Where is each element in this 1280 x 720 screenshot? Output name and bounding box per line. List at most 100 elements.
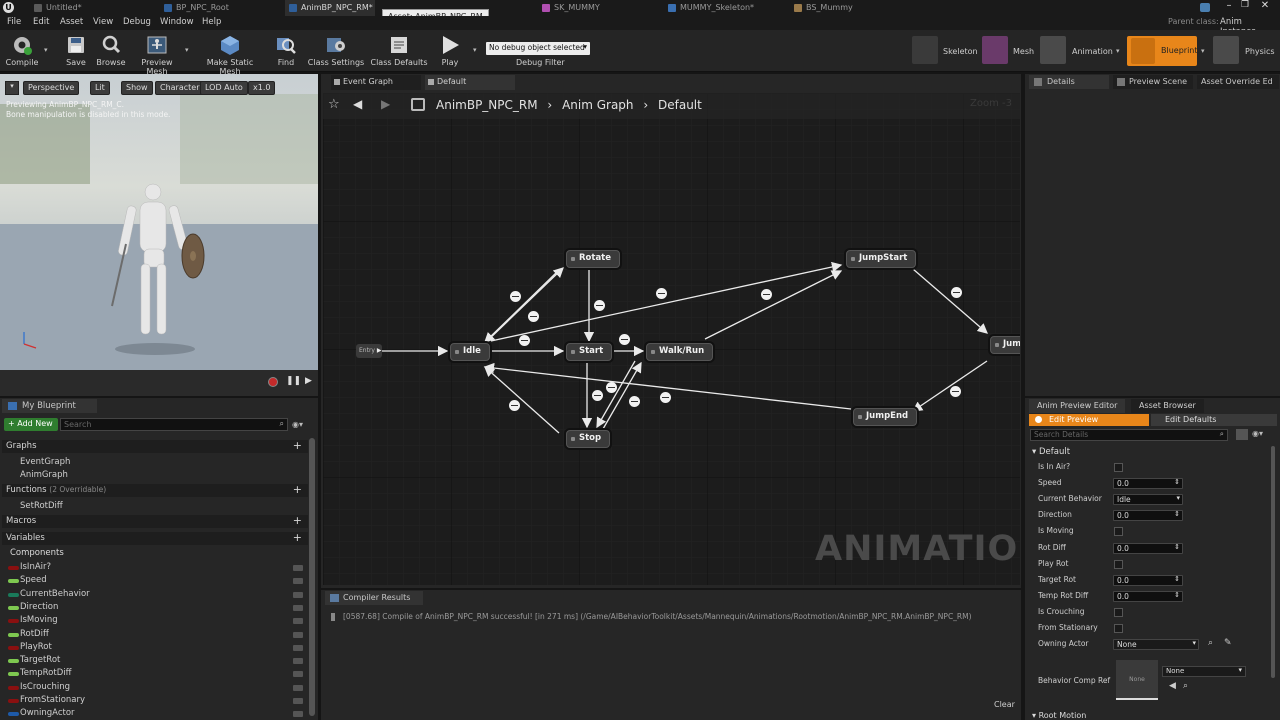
state-node-jumpstart[interactable]: JumpStart bbox=[846, 250, 917, 268]
tab-anim-preview-editor[interactable]: Anim Preview Editor bbox=[1029, 399, 1126, 413]
transition-rule-icon[interactable] bbox=[592, 390, 603, 401]
tab-untitled[interactable]: Untitled* bbox=[30, 0, 130, 16]
browse-search-icon[interactable]: ⌕ bbox=[1183, 681, 1188, 691]
variable-item[interactable]: IsMoving bbox=[20, 615, 58, 625]
variable-item[interactable]: CurrentBehavior bbox=[20, 589, 90, 599]
my-blueprint-scrollbar[interactable] bbox=[309, 438, 315, 716]
property-number-field[interactable]: 0.0 ⇕ bbox=[1113, 478, 1183, 490]
menu-help[interactable]: Help bbox=[202, 17, 221, 27]
breadcrumb-animbp[interactable]: AnimBP_NPC_RM bbox=[436, 98, 538, 112]
menu-file[interactable]: File bbox=[7, 17, 21, 27]
make-static-mesh-button[interactable]: Make Static Mesh bbox=[196, 32, 264, 76]
add-new-button[interactable]: + Add New bbox=[4, 418, 58, 431]
save-button[interactable]: Save bbox=[60, 32, 92, 70]
lit-button[interactable]: Lit bbox=[90, 81, 110, 95]
tab-bp-npc-root[interactable]: BP_NPC_Root bbox=[160, 0, 280, 16]
tab-event-graph[interactable]: Event Graph bbox=[331, 75, 421, 90]
tab-bs-mummy[interactable]: BS_Mummy bbox=[790, 0, 910, 16]
graph-item-animgraph[interactable]: AnimGraph bbox=[20, 470, 68, 480]
state-node-stop[interactable]: Stop bbox=[566, 430, 611, 448]
variable-item[interactable]: PlayRot bbox=[20, 642, 52, 652]
property-checkbox[interactable] bbox=[1114, 624, 1123, 633]
variable-visibility-eye-icon[interactable] bbox=[293, 618, 303, 625]
preview-viewport[interactable]: ▾ Perspective Lit Show Character LOD Aut… bbox=[0, 74, 318, 396]
variable-visibility-eye-icon[interactable] bbox=[293, 565, 303, 571]
browse-button[interactable]: Browse bbox=[94, 32, 128, 70]
state-node-idle[interactable]: Idle bbox=[450, 343, 490, 361]
property-number-field[interactable]: 0.0 ⇕ bbox=[1113, 574, 1183, 586]
my-blueprint-tab[interactable]: My Blueprint bbox=[2, 399, 97, 413]
compile-options-chevron-icon[interactable]: ▾ bbox=[44, 46, 48, 54]
variable-visibility-eye-icon[interactable] bbox=[293, 591, 303, 598]
notification-icon[interactable] bbox=[1200, 3, 1210, 12]
variable-item[interactable]: FromStationary bbox=[20, 695, 85, 705]
details-search-input[interactable]: Search Details ⌕ bbox=[1030, 429, 1228, 441]
play-button[interactable]: Play bbox=[434, 32, 466, 70]
macros-section-header[interactable]: Macros + bbox=[2, 515, 308, 528]
record-button[interactable] bbox=[268, 377, 278, 387]
playback-speed-button[interactable]: x1.0 bbox=[248, 81, 276, 95]
browse-search-icon[interactable]: ⌕ bbox=[1208, 638, 1213, 648]
class-defaults-button[interactable]: Class Defaults bbox=[370, 32, 428, 70]
variable-visibility-eye-icon[interactable] bbox=[293, 604, 303, 611]
variable-item[interactable]: RotDiff bbox=[20, 629, 49, 639]
variable-item[interactable]: IsCrouching bbox=[20, 682, 70, 692]
menu-asset[interactable]: Asset bbox=[60, 17, 83, 27]
anim-preview-scrollbar[interactable] bbox=[1271, 446, 1275, 678]
lod-auto-button[interactable]: LOD Auto bbox=[200, 81, 248, 95]
forward-arrow-icon[interactable]: ▶ bbox=[381, 97, 390, 111]
tab-sk-mummy[interactable]: SK_MUMMY bbox=[538, 0, 658, 16]
clear-button[interactable]: Clear bbox=[994, 700, 1015, 709]
transition-rule-icon[interactable] bbox=[950, 386, 961, 397]
favorite-star-icon[interactable]: ☆ bbox=[328, 97, 340, 112]
breadcrumb-anim-graph[interactable]: Anim Graph bbox=[562, 98, 633, 112]
transition-rule-icon[interactable] bbox=[594, 300, 605, 311]
transition-rule-icon[interactable] bbox=[509, 400, 520, 411]
show-button[interactable]: Show bbox=[121, 81, 153, 95]
perspective-button[interactable]: Perspective bbox=[23, 81, 80, 95]
anim-graph-canvas[interactable]: ☆ ◀ ▶ AnimBP_NPC_RM › Anim Graph › Defau… bbox=[323, 93, 1020, 585]
function-item-setrotdiff[interactable]: SetRotDiff bbox=[20, 501, 63, 511]
variables-section-header[interactable]: Variables + bbox=[2, 532, 308, 545]
preview-mesh-chevron-icon[interactable]: ▾ bbox=[185, 46, 189, 54]
functions-section-header[interactable]: Functions (2 Overridable) + bbox=[2, 484, 308, 497]
entry-node[interactable]: Entry ▶ bbox=[356, 344, 382, 358]
property-checkbox[interactable] bbox=[1114, 527, 1123, 537]
tab-details[interactable]: Details bbox=[1029, 75, 1109, 89]
transition-rule-icon[interactable] bbox=[951, 287, 962, 298]
tab-asset-browser[interactable]: Asset Browser bbox=[1131, 399, 1204, 413]
view-options-eye-icon[interactable]: ◉▾ bbox=[292, 420, 306, 429]
menu-window[interactable]: Window bbox=[160, 17, 194, 27]
root-motion-category-header[interactable]: ▾ Root Motion bbox=[1032, 711, 1086, 720]
mode-blueprint[interactable]: Blueprint bbox=[1127, 36, 1198, 66]
property-checkbox[interactable] bbox=[1114, 607, 1123, 617]
back-arrow-icon[interactable]: ◀ bbox=[353, 97, 362, 111]
state-node-walk-run[interactable]: Walk/Run bbox=[646, 343, 714, 361]
tab-default[interactable]: Default bbox=[425, 75, 515, 90]
state-node-jumpend[interactable]: JumpEnd bbox=[853, 408, 918, 426]
my-blueprint-search-input[interactable]: Search ⌕ bbox=[60, 418, 288, 431]
edit-defaults-button[interactable]: Edit Defaults bbox=[1151, 414, 1277, 426]
graph-item-eventgraph[interactable]: EventGraph bbox=[20, 457, 70, 467]
variable-item[interactable]: TempRotDiff bbox=[20, 668, 71, 678]
tab-animbp-npc-rm[interactable]: AnimBP_NPC_RM* bbox=[285, 0, 375, 16]
compile-button[interactable]: Compile bbox=[2, 32, 42, 70]
menu-debug[interactable]: Debug bbox=[123, 17, 151, 27]
menu-view[interactable]: View bbox=[93, 17, 113, 27]
breadcrumb-default[interactable]: Default bbox=[658, 98, 702, 112]
property-number-field[interactable]: 0.0 ⇕ bbox=[1113, 510, 1183, 522]
find-button[interactable]: Find bbox=[270, 32, 302, 70]
transition-rule-icon[interactable] bbox=[606, 382, 617, 393]
play-options-chevron-icon[interactable]: ▾ bbox=[473, 46, 477, 54]
viewport-menu-chevron-icon[interactable]: ▾ bbox=[5, 81, 19, 95]
menu-edit[interactable]: Edit bbox=[33, 17, 49, 27]
minimize-button[interactable]: – bbox=[1222, 0, 1236, 14]
pause-button[interactable]: ❚❚ bbox=[286, 376, 301, 386]
property-number-field[interactable]: 0.0 ⇕ bbox=[1113, 542, 1183, 554]
transition-rule-icon[interactable] bbox=[619, 334, 630, 345]
transition-rule-icon[interactable] bbox=[761, 289, 772, 300]
view-options-eye-icon[interactable]: ◉▾ bbox=[1252, 429, 1263, 438]
variable-visibility-eye-icon[interactable] bbox=[293, 671, 303, 678]
property-select[interactable]: None ▾ bbox=[1113, 639, 1199, 651]
character-button[interactable]: Character bbox=[155, 81, 205, 95]
